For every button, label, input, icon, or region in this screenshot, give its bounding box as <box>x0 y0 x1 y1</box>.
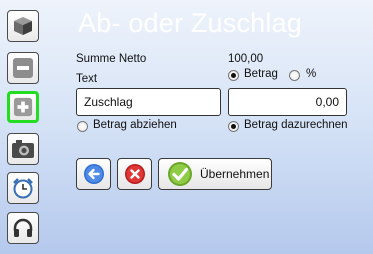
sidebar-button-headphones[interactable] <box>7 212 39 244</box>
radio-betrag-dazurechnen[interactable] <box>228 121 239 132</box>
cancel-button[interactable] <box>117 158 152 190</box>
radio-betrag-abziehen-label[interactable]: Betrag abziehen <box>93 119 177 131</box>
sidebar-button-plus[interactable] <box>7 91 39 123</box>
checkmark-icon <box>168 162 192 186</box>
sidebar-button-package[interactable] <box>7 10 39 42</box>
sidebar-button-alarm-clock[interactable] <box>7 172 39 204</box>
radio-prozent[interactable] <box>289 70 300 81</box>
package-icon <box>14 17 32 35</box>
sidebar-button-minus[interactable] <box>7 52 39 84</box>
arrow-left-icon <box>83 164 104 184</box>
window-title: Ab- oder Zuschlag <box>78 8 303 38</box>
summe-netto-label: Summe Netto <box>76 53 147 65</box>
text-label: Text <box>76 73 98 85</box>
camera-icon <box>12 140 34 158</box>
apply-button[interactable]: Übernehmen <box>158 158 272 190</box>
apply-button-label: Übernehmen <box>200 167 270 181</box>
amount-field[interactable]: 0,00 <box>228 88 347 116</box>
radio-betrag-dazurechnen-label[interactable]: Betrag dazurechnen <box>244 119 348 131</box>
alarm-clock-icon <box>13 178 33 199</box>
plus-icon <box>13 97 33 117</box>
minus-icon <box>13 58 33 78</box>
radio-betrag-abziehen[interactable] <box>77 121 88 132</box>
sidebar-button-camera[interactable] <box>7 133 39 165</box>
radio-betrag[interactable] <box>228 70 239 81</box>
radio-betrag-label[interactable]: Betrag <box>244 68 278 80</box>
headphones-icon <box>13 218 33 237</box>
radio-prozent-label[interactable]: % <box>306 68 316 80</box>
back-button[interactable] <box>76 158 111 190</box>
close-icon <box>124 164 145 184</box>
text-field[interactable]: Zuschlag <box>76 88 221 116</box>
summe-netto-value: 100,00 <box>228 53 264 65</box>
